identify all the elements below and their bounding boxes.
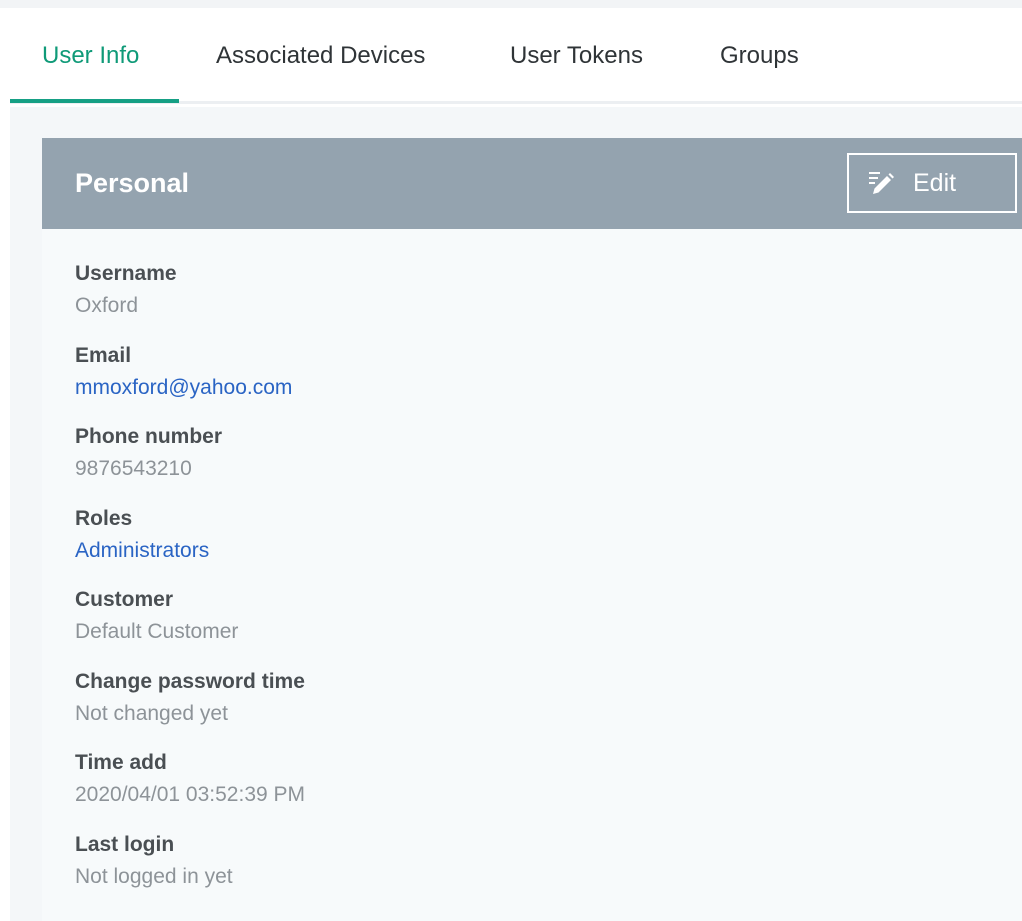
top-edge [0, 0, 1022, 8]
field-label: Roles [75, 506, 133, 530]
roles-link[interactable]: Administrators [75, 535, 975, 567]
field-label: Email [75, 343, 132, 367]
field-label: Customer [75, 588, 174, 611]
user-fields-list: Username Oxford Email mmoxford@yahoo.com… [75, 258, 975, 910]
field-customer: Customer Default Customer [75, 584, 975, 666]
personal-panel: Personal Edit Username Oxford Email mmox… [42, 138, 1022, 921]
field-time-add: Time add 2020/04/01 03:52:39 PM [75, 747, 975, 829]
field-last-login: Last login Not logged in yet [75, 829, 975, 911]
field-label: Change password time [75, 669, 305, 693]
field-username: Username Oxford [75, 258, 975, 340]
field-label: Time add [75, 751, 167, 774]
active-tab-indicator [10, 99, 179, 103]
field-label: Last login [75, 832, 175, 856]
tab-user-tokens[interactable]: User Tokens [510, 8, 643, 104]
edit-button[interactable]: Edit [847, 153, 1017, 213]
tab-groups[interactable]: Groups [720, 8, 799, 104]
tab-bar: User Info Associated Devices User Tokens… [10, 8, 1022, 104]
field-label: Phone number [75, 425, 223, 448]
tab-associated-devices[interactable]: Associated Devices [216, 8, 425, 104]
field-value: 2020/04/01 03:52:39 PM [75, 783, 306, 806]
edit-pencil-icon [867, 169, 895, 197]
field-roles: Roles Administrators [75, 503, 975, 585]
field-value: Oxford [75, 294, 139, 317]
panel-header: Personal Edit [42, 138, 1022, 229]
field-phone-number: Phone number 9876543210 [75, 421, 975, 503]
tab-user-info[interactable]: User Info [42, 8, 139, 104]
field-value: 9876543210 [75, 457, 192, 480]
user-details-page: User Info Associated Devices User Tokens… [0, 0, 1022, 921]
field-value: Default Customer [75, 620, 239, 643]
panel-title: Personal [75, 168, 190, 198]
email-link[interactable]: mmoxford@yahoo.com [75, 372, 975, 404]
field-value: Not changed yet [75, 701, 228, 725]
field-value: Not logged in yet [75, 864, 233, 888]
field-change-password-time: Change password time Not changed yet [75, 666, 975, 748]
edit-button-label: Edit [913, 168, 957, 197]
field-email: Email mmoxford@yahoo.com [75, 340, 975, 422]
field-label: Username [75, 262, 177, 285]
